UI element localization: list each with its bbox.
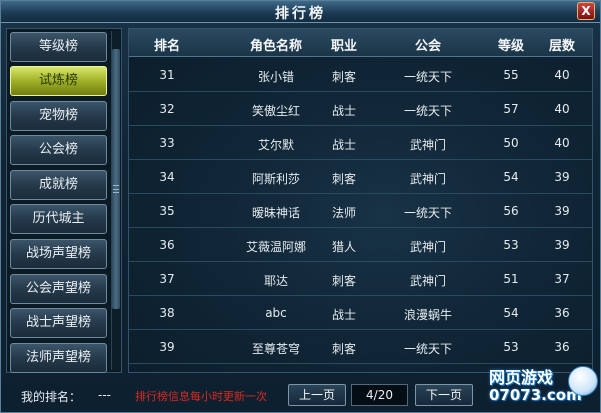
sidebar-item[interactable]: 等级榜 [10, 32, 107, 62]
cell-guild: 一统天下 [403, 70, 452, 84]
table-row[interactable]: 39 至尊苍穹 刺客 一统天下 53 36 [129, 330, 592, 364]
cell-floor: 39 [554, 204, 570, 218]
table-header: 排名 角色名称 职业 公会 等级 层数 [129, 29, 592, 57]
table-row[interactable]: 32 笑傲尘红 战士 一统天下 57 40 [129, 92, 592, 126]
cell-level: 54 [503, 170, 519, 184]
leaderboard-window: 排行榜 X 法师声望榜 战士声望榜 公会声望榜 战场声望榜 历代城主 成就榜 公会榜 宠物榜 试… [0, 0, 601, 413]
cell-level: 56 [503, 204, 519, 218]
cell-level: 55 [503, 68, 519, 82]
cell-class: 战士 [331, 138, 356, 152]
watermark-line2: 07073.com [489, 386, 582, 404]
header-guild[interactable]: 公会 [382, 35, 474, 54]
cell-class: 刺客 [331, 70, 356, 84]
cell-guild: 浪漫蜗牛 [403, 308, 452, 322]
table-row[interactable]: 37 耶达 刺客 武神门 51 37 [129, 262, 592, 296]
header-level[interactable]: 等级 [485, 35, 537, 54]
cell-class: 刺客 [331, 172, 356, 186]
cell-rank: 36 [159, 238, 175, 252]
cell-guild: 武神门 [409, 172, 446, 186]
cell-floor: 39 [554, 170, 570, 184]
cell-guild: 一统天下 [403, 104, 452, 118]
cell-level: 54 [503, 306, 519, 320]
cell-guild: 武神门 [409, 274, 446, 288]
grip-icon [113, 185, 119, 193]
cell-class: 战士 [331, 104, 356, 118]
cell-level: 57 [503, 102, 519, 116]
next-page-button[interactable]: 下一页 [415, 384, 473, 406]
cell-class: 战士 [331, 308, 356, 322]
my-rank-value: --- [98, 388, 111, 402]
cell-floor: 40 [554, 68, 570, 82]
cell-floor: 40 [554, 136, 570, 150]
watermark-line1: 网页游戏 [489, 368, 554, 387]
cell-floor: 36 [554, 340, 570, 354]
cell-level: 51 [503, 272, 519, 286]
cell-floor: 36 [554, 306, 570, 320]
cell-class: 刺客 [331, 274, 356, 288]
mascot-icon [568, 366, 598, 396]
table-row[interactable]: 33 艾尔默 战士 武神门 50 40 [129, 126, 592, 160]
sidebar-item[interactable]: 战士声望榜 [10, 308, 107, 338]
cell-floor: 37 [554, 272, 570, 286]
table-row[interactable]: 31 张小错 刺客 一统天下 55 40 [129, 58, 592, 92]
cell-rank: 32 [159, 102, 175, 116]
header-rank[interactable]: 排名 [145, 35, 189, 54]
cell-class: 猎人 [331, 240, 356, 254]
cell-guild: 武神门 [409, 138, 446, 152]
sidebar-item[interactable]: 战场声望榜 [10, 239, 107, 269]
header-class[interactable]: 职业 [314, 35, 374, 54]
cell-guild: 一统天下 [403, 206, 452, 220]
cell-rank: 35 [159, 204, 175, 218]
cell-class: 刺客 [331, 342, 356, 356]
update-notice: 排行榜信息每小时更新一次 [135, 390, 267, 403]
cell-floor: 39 [554, 238, 570, 252]
sidebar-item[interactable]: 公会声望榜 [10, 274, 107, 304]
table-row[interactable]: 36 艾薇温阿娜 猎人 武神门 53 39 [129, 228, 592, 262]
close-button[interactable]: X [577, 2, 595, 20]
title-bar[interactable]: 排行榜 X [1, 1, 600, 23]
category-sidebar: 法师声望榜 战士声望榜 公会声望榜 战场声望榜 历代城主 成就榜 公会榜 宠物榜 试炼榜 等级榜 [6, 28, 122, 373]
cell-rank: 37 [159, 272, 175, 286]
my-rank-label: 我的排名： [21, 390, 82, 404]
cell-rank: 38 [159, 306, 175, 320]
sidebar-item[interactable]: 公会榜 [10, 135, 107, 165]
cell-level: 53 [503, 340, 519, 354]
sidebar-item[interactable]: 成就榜 [10, 170, 107, 200]
cell-guild: 武神门 [409, 240, 446, 254]
sidebar-item[interactable]: 宠物榜 [10, 101, 107, 131]
cell-guild: 一统天下 [403, 342, 452, 356]
header-floor[interactable]: 层数 [541, 35, 583, 54]
sidebar-item[interactable]: 法师声望榜 [10, 343, 107, 373]
cell-floor: 40 [554, 102, 570, 116]
sidebar-scroll-thumb[interactable] [112, 49, 120, 309]
cell-rank: 31 [159, 68, 175, 82]
page-indicator: 4/20 [351, 384, 408, 406]
window-title: 排行榜 [275, 6, 326, 22]
cell-rank: 39 [159, 340, 175, 354]
cell-rank: 34 [159, 170, 175, 184]
ranking-table: 排名 角色名称 职业 公会 等级 层数 31 张小错 刺客 一统天下 55 40 32 笑傲尘… [128, 28, 593, 373]
table-row[interactable]: 34 阿斯利莎 刺客 武神门 54 39 [129, 160, 592, 194]
sidebar-item[interactable]: 历代城主 [10, 204, 107, 234]
cell-level: 50 [503, 136, 519, 150]
prev-page-button[interactable]: 上一页 [288, 384, 346, 406]
sidebar-item[interactable]: 试炼榜 [10, 66, 107, 96]
cell-rank: 33 [159, 136, 175, 150]
table-row[interactable]: 35 暧昧神话 法师 一统天下 56 39 [129, 194, 592, 228]
cell-class: 法师 [331, 206, 356, 220]
table-row[interactable]: 38 abc 战士 浪漫蜗牛 54 36 [129, 296, 592, 330]
site-watermark: 网页游戏 07073.com [479, 362, 601, 413]
cell-level: 53 [503, 238, 519, 252]
